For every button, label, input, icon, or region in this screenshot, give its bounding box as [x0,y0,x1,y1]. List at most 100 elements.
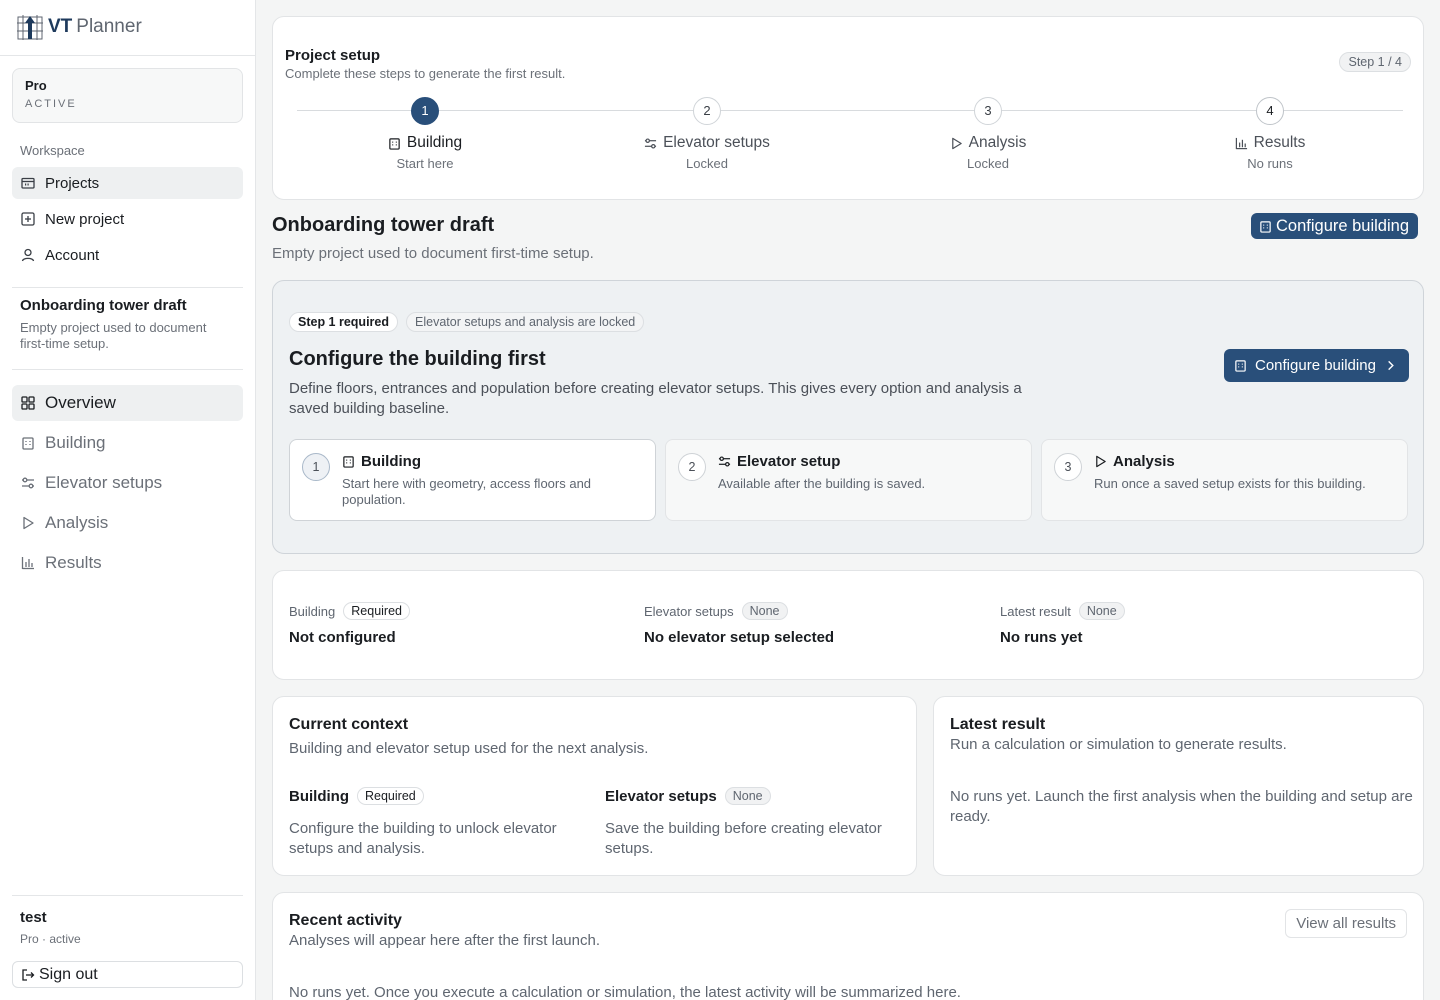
bar-chart-icon [21,557,34,570]
step-analysis[interactable]: 3 Analysis Locked [878,97,1098,171]
summary-badge: None [741,602,788,620]
context-elevators-label: Elevator setups [605,787,717,805]
divider [12,895,243,896]
sign-out-label: Sign out [39,965,98,983]
logo-text-vt: VT [48,16,73,37]
step-results[interactable]: 4 Results No runs [1160,97,1380,171]
bar-chart-icon [1235,137,1247,149]
building-icon [22,437,34,450]
section-results[interactable]: Results [12,545,243,581]
context-building-label: Building [289,787,349,805]
step-status: Locked [967,156,1009,171]
play-icon [951,137,962,149]
option-number: 2 [678,453,706,481]
step-number: 4 [1256,97,1284,125]
view-all-results-button[interactable]: View all results [1285,909,1407,938]
option-title: Elevator setup [737,453,841,470]
user-plan-status: Pro · active [20,932,81,946]
configure-building-label: Configure building [1276,216,1410,235]
step-building[interactable]: 1 Building Start here [315,97,535,171]
activity-subtitle: Analyses will appear here after the firs… [289,932,600,949]
context-title: Current context [289,716,409,733]
sign-out-button[interactable]: Sign out [12,961,243,988]
current-context-card: Current context Building and elevator se… [272,696,917,876]
context-elevators-text: Save the building before creating elevat… [605,820,882,857]
step-status: Start here [396,156,454,171]
configure-first-panel: Step 1 required Elevator setups and anal… [272,280,1424,554]
step-number: 1 [411,97,439,125]
section-elevator-setups[interactable]: Elevator setups [12,465,243,501]
user-name: test [20,909,47,926]
sidebar-project-title: Onboarding tower draft [20,297,187,314]
context-subtitle: Building and elevator setup used for the… [289,740,649,757]
setup-subtitle: Complete these steps to generate the fir… [285,66,566,81]
building-icon [343,456,354,468]
latest-subtitle: Run a calculation or simulation to gener… [950,736,1287,753]
step-status: No runs [1247,156,1293,171]
latest-result-card: Latest result Run a calculation or simul… [933,696,1424,876]
grid-icon [21,396,35,410]
divider [12,287,243,288]
nav-projects[interactable]: Projects [12,167,243,199]
configure-building-header-button[interactable]: Configure building [1251,213,1419,239]
configure-building-label: Configure building [1255,357,1376,374]
nav-new-project[interactable]: New project [12,203,243,235]
building-icon [1235,360,1246,372]
activity-empty-text: No runs yet. Once you execute a calculat… [289,984,961,1000]
setup-stepper: 1 Building Start here 2 Elevator setups … [297,97,1403,187]
logo-icon [17,15,43,40]
divider [0,55,255,56]
summary-value: Not configured [289,629,396,646]
plus-square-icon [21,212,35,226]
option-analysis: 3 Analysis Run once a saved setup exists… [1041,439,1408,521]
section-results-label: Results [45,553,102,572]
nav-account[interactable]: Account [12,239,243,271]
locked-badge: Elevator setups and analysis are locked [406,312,645,332]
step-number: 3 [974,97,1002,125]
step-elevator-setups[interactable]: 2 Elevator setups Locked [597,97,817,171]
building-icon [389,137,400,150]
latest-empty-text: No runs yet. Launch the first analysis w… [950,788,1413,825]
summary-label: Latest result [1000,603,1071,619]
configure-building-button[interactable]: Configure building [1224,349,1409,382]
section-overview[interactable]: Overview [12,385,243,421]
section-elevator-setups-label: Elevator setups [45,473,163,492]
option-description: Start here with geometry, access floors … [342,476,592,507]
option-elevator-setup: 2 Elevator setup Available after the bui… [665,439,1032,521]
summary-badge: None [1078,602,1125,620]
nav-account-label: Account [45,246,100,264]
option-description: Available after the building is saved. [718,476,926,491]
sidebar-project-description: Empty project used to document first-tim… [20,320,207,351]
option-building[interactable]: 1 Building Start here with geometry, acc… [289,439,656,521]
summary-label: Elevator setups [644,603,734,619]
step-label: Building [406,134,463,151]
page-title: Onboarding tower draft [272,214,495,236]
sliders-icon [22,477,34,489]
step-counter-badge: Step 1 / 4 [1339,52,1411,72]
section-building[interactable]: Building [12,425,243,461]
summary-building: Building Required Not configured [289,602,410,646]
section-overview-label: Overview [45,393,116,412]
option-title: Building [361,453,421,470]
workspace-label: Workspace [20,143,85,158]
section-analysis[interactable]: Analysis [12,505,243,541]
option-description: Run once a saved setup exists for this b… [1094,476,1366,491]
app-logo[interactable]: VT Planner [16,12,142,42]
play-icon [1096,455,1106,468]
summary-badge: Required [343,602,410,620]
step-number: 2 [693,97,721,125]
plan-status: ACTIVE [25,98,77,110]
option-title: Analysis [1113,453,1175,470]
summary-elevator-setups: Elevator setups None No elevator setup se… [644,602,834,646]
summary-value: No runs yet [1000,629,1083,646]
page-description: Empty project used to document first-tim… [272,245,594,262]
hero-description: Define floors, entrances and population … [289,380,1022,417]
plan-name: Pro [25,78,47,93]
logo-text-planner: Planner [76,16,142,37]
recent-activity-card: Recent activity Analyses will appear her… [272,892,1424,1000]
context-elevators-badge: None [724,787,771,805]
chevron-right-icon [1388,360,1394,371]
sidebar: VT Planner Pro ACTIVE Workspace Projects… [0,0,256,1000]
divider [12,369,243,370]
plan-card: Pro ACTIVE [12,68,243,123]
